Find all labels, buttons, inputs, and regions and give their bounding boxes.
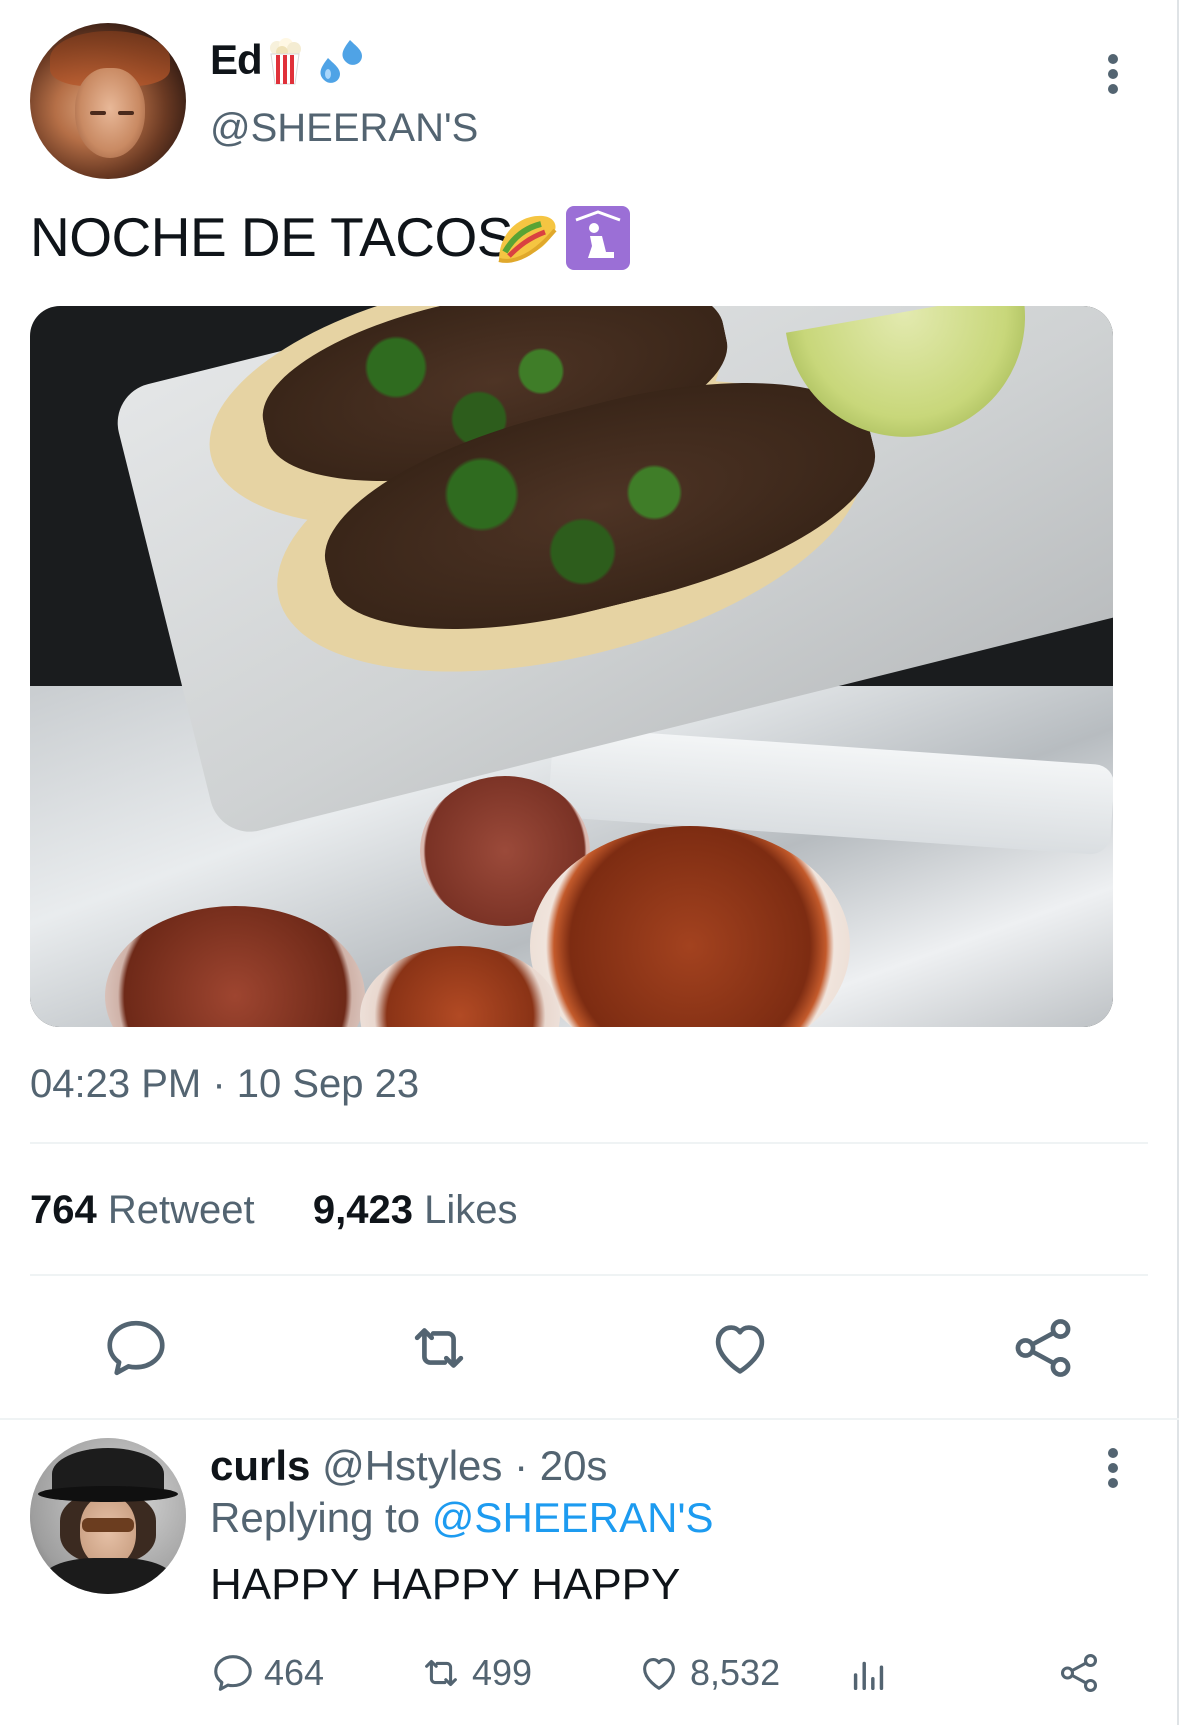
author-display-name[interactable]: Ed: [210, 36, 263, 84]
divider: [30, 1142, 1148, 1144]
likes-count-link[interactable]: 9,423 Likes: [313, 1188, 518, 1232]
reply-retweets-count: 499: [472, 1652, 533, 1693]
reply-share-button[interactable]: [1056, 1648, 1110, 1698]
tweet-timestamp[interactable]: 04:23 PM · 10 Sep 23: [30, 1062, 419, 1107]
tweet-image[interactable]: [30, 306, 1113, 1027]
like-icon: [715, 1325, 765, 1374]
reply-more-options-icon[interactable]: [1108, 1448, 1118, 1493]
more-options-icon[interactable]: [1108, 54, 1118, 99]
reply-likes-count: 8,532: [690, 1652, 781, 1693]
place-of-worship-emoji-icon: [566, 206, 630, 270]
reply-handle[interactable]: @Hstyles: [322, 1442, 502, 1489]
divider: [30, 1274, 1148, 1276]
taco-emoji-icon: [498, 215, 557, 263]
replying-prefix: Replying to: [210, 1494, 421, 1541]
likes-label: Likes: [424, 1188, 518, 1232]
reply-header: curls @Hstyles · 20s: [210, 1442, 607, 1490]
like-icon: [643, 1658, 675, 1690]
like-button[interactable]: [705, 1313, 775, 1383]
share-icon: [1060, 1654, 1098, 1692]
reply-replies-count: 464: [264, 1652, 325, 1693]
retweet-button[interactable]: [404, 1313, 474, 1383]
retweet-icon: [425, 1659, 457, 1687]
reply-icon: [214, 1655, 252, 1691]
analytics-icon: [853, 1661, 884, 1691]
sweat-droplets-emoji-icon: [320, 40, 362, 83]
reply-like-button[interactable]: 8,532: [636, 1648, 780, 1698]
retweet-count-link[interactable]: 764 Retweet: [30, 1188, 255, 1232]
author-handle[interactable]: @SHEERAN'S: [210, 106, 478, 151]
share-icon: [1015, 1319, 1071, 1377]
tweet-text-body: NOCHE DE TACOS: [30, 206, 513, 268]
reply-author-avatar[interactable]: [30, 1438, 186, 1594]
popcorn-emoji-icon: [270, 38, 301, 85]
reply-reply-button[interactable]: 464: [210, 1648, 324, 1698]
retweet-count: 764: [30, 1188, 97, 1232]
reply-icon: [107, 1320, 165, 1376]
reply-analytics-button[interactable]: [846, 1648, 900, 1698]
replying-mention-link[interactable]: @SHEERAN'S: [432, 1494, 714, 1541]
retweet-icon: [414, 1328, 464, 1368]
share-button[interactable]: [1008, 1313, 1078, 1383]
likes-count: 9,423: [312, 1188, 413, 1232]
author-avatar[interactable]: [30, 23, 186, 179]
engagement-stats: 764 Retweet 9,423 Likes: [30, 1188, 518, 1233]
reply-retweet-button[interactable]: 499: [418, 1648, 532, 1698]
section-separator: [0, 1418, 1179, 1420]
tweet-text: NOCHE DE TACOS: [30, 205, 513, 269]
reply-button[interactable]: [101, 1313, 171, 1383]
reply-display-name[interactable]: curls: [210, 1442, 310, 1489]
reply-text: HAPPY HAPPY HAPPY: [210, 1560, 681, 1609]
reply-time[interactable]: · 20s: [514, 1442, 607, 1489]
retweet-label: Retweet: [107, 1188, 255, 1232]
replying-to-line: Replying to @SHEERAN'S: [210, 1494, 714, 1542]
